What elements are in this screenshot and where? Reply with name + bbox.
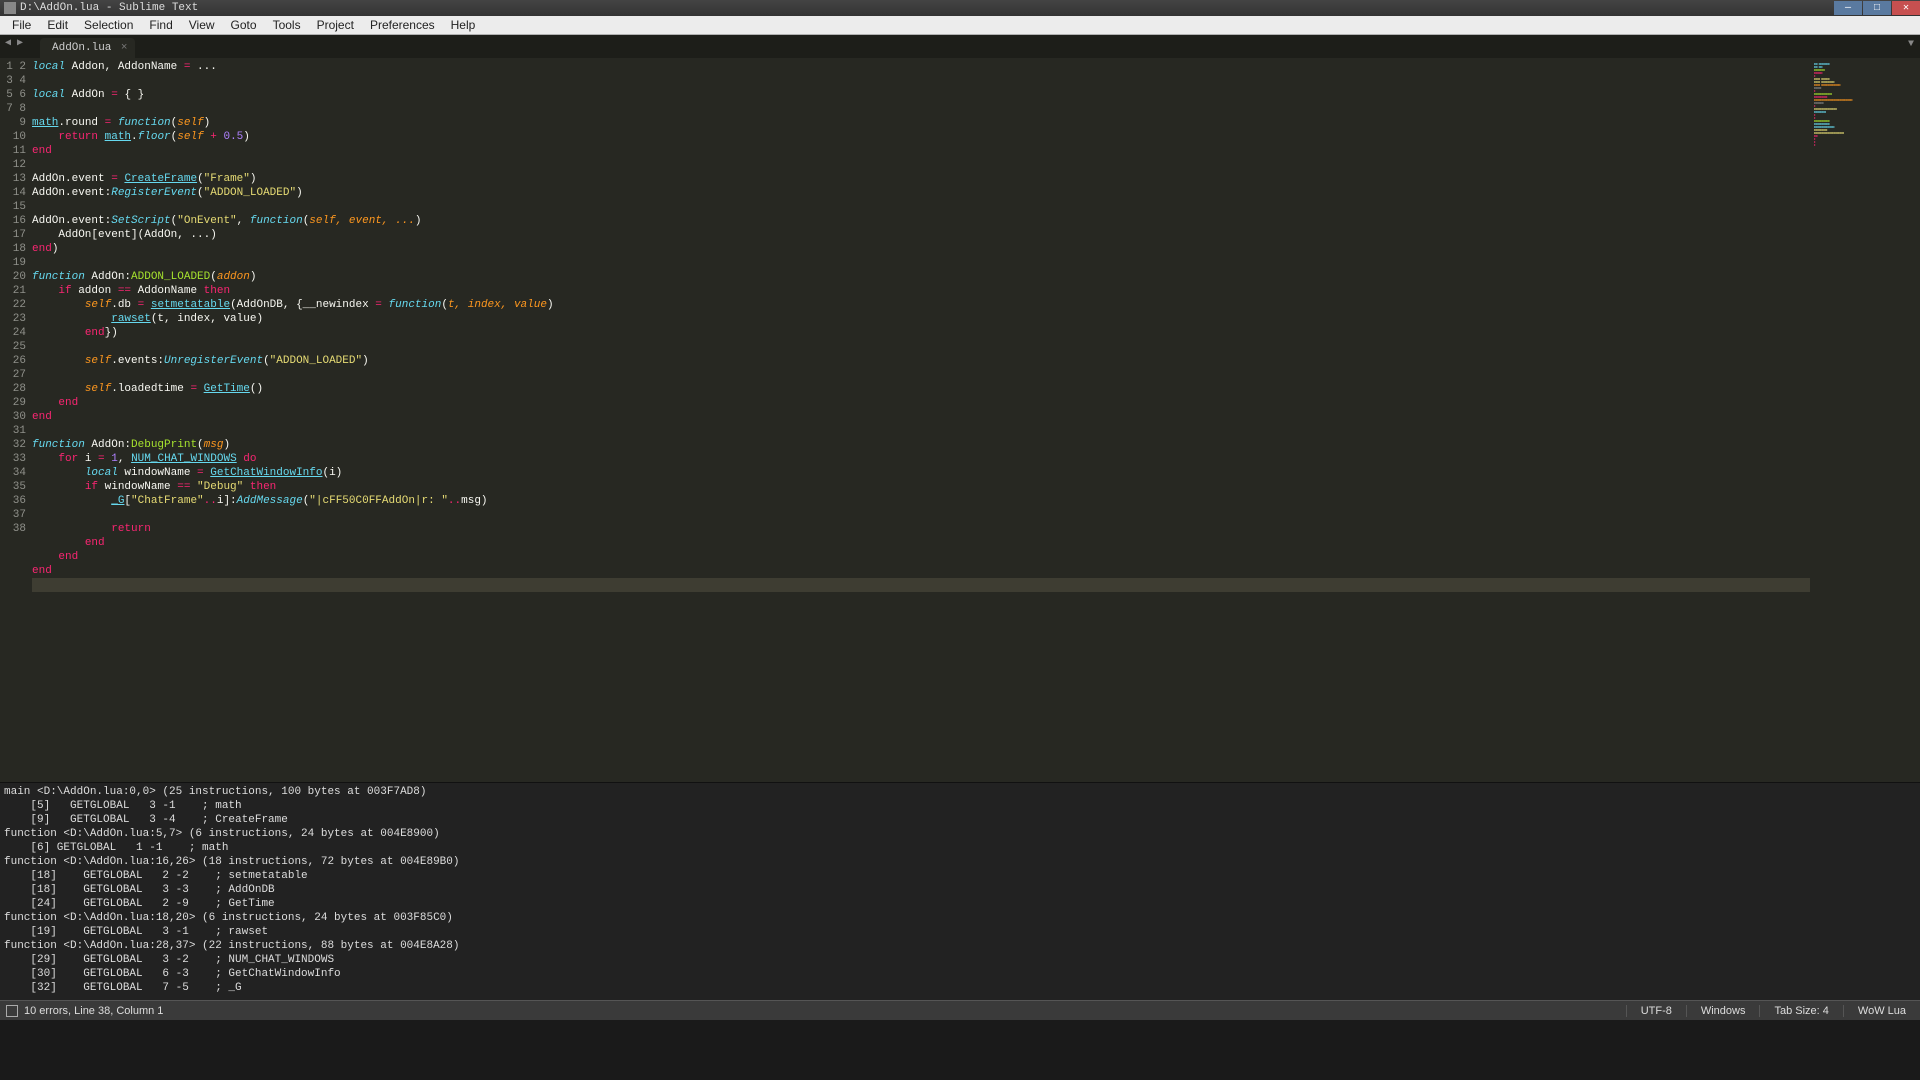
- code-editor[interactable]: local Addon, AddonName = ... local AddOn…: [32, 58, 1810, 782]
- status-panel-icon[interactable]: [6, 1005, 18, 1017]
- nav-forward-icon[interactable]: ▶: [14, 37, 26, 49]
- window-titlebar: D:\AddOn.lua - Sublime Text — □ ✕: [0, 0, 1920, 16]
- status-tabsize[interactable]: Tab Size: 4: [1759, 1005, 1842, 1017]
- tab-close-icon[interactable]: ×: [121, 42, 128, 54]
- nav-back-icon[interactable]: ◀: [2, 37, 14, 49]
- status-encoding[interactable]: UTF-8: [1626, 1005, 1686, 1017]
- status-line-endings[interactable]: Windows: [1686, 1005, 1760, 1017]
- minimize-button[interactable]: —: [1834, 1, 1862, 15]
- menu-find[interactable]: Find: [141, 18, 180, 32]
- menubar: File Edit Selection Find View Goto Tools…: [0, 16, 1920, 35]
- menu-file[interactable]: File: [4, 18, 39, 32]
- menu-goto[interactable]: Goto: [223, 18, 265, 32]
- app-icon: [4, 2, 16, 14]
- build-output[interactable]: main <D:\AddOn.lua:0,0> (25 instructions…: [0, 782, 1920, 1000]
- os-taskbar: [0, 1020, 1920, 1080]
- menu-edit[interactable]: Edit: [39, 18, 76, 32]
- menu-view[interactable]: View: [181, 18, 223, 32]
- menu-project[interactable]: Project: [309, 18, 362, 32]
- maximize-button[interactable]: □: [1863, 1, 1891, 15]
- menu-tools[interactable]: Tools: [265, 18, 309, 32]
- editor-area: 1 2 3 4 5 6 7 8 9 10 11 12 13 14 15 16 1…: [0, 58, 1920, 782]
- menu-preferences[interactable]: Preferences: [362, 18, 443, 32]
- menu-help[interactable]: Help: [443, 18, 484, 32]
- close-button[interactable]: ✕: [1892, 1, 1920, 15]
- status-syntax[interactable]: WoW Lua: [1843, 1005, 1920, 1017]
- tab-dropdown-icon[interactable]: ▼: [1908, 39, 1914, 50]
- status-info: 10 errors, Line 38, Column 1: [24, 1005, 163, 1017]
- line-gutter: 1 2 3 4 5 6 7 8 9 10 11 12 13 14 15 16 1…: [0, 58, 32, 782]
- window-title: D:\AddOn.lua - Sublime Text: [20, 2, 198, 14]
- tabbar: ◀ ▶ AddOn.lua × ▼: [0, 35, 1920, 58]
- tab-label: AddOn.lua: [52, 42, 111, 54]
- statusbar: 10 errors, Line 38, Column 1 UTF-8 Windo…: [0, 1000, 1920, 1020]
- tab-addon-lua[interactable]: AddOn.lua ×: [40, 38, 135, 58]
- minimap[interactable]: ▄▄▄ ▄▄▄▄▄▄▄▄▄ ▄▄▄ ▄▄▄ ▄▄▄▄▄▄▄▄▄ ▄▄▄▄▄▄▄ …: [1810, 58, 1920, 782]
- menu-selection[interactable]: Selection: [76, 18, 141, 32]
